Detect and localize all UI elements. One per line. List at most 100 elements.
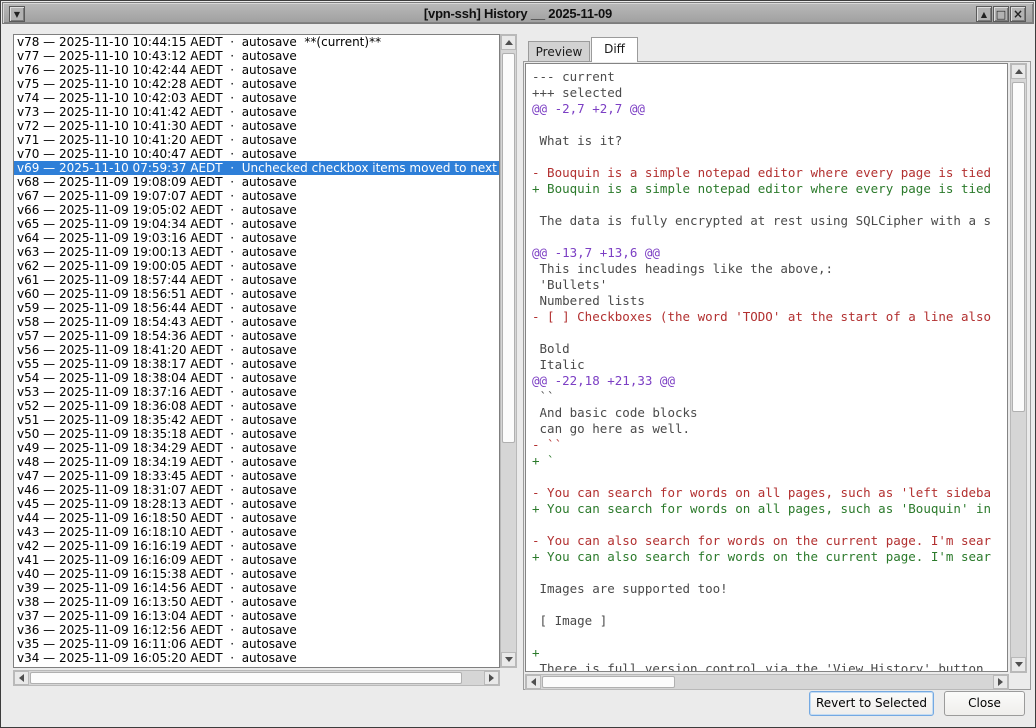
- version-list-item[interactable]: v69 — 2025-11-10 07:59:37 AEDT · Uncheck…: [14, 161, 499, 175]
- diff-line: [532, 469, 1007, 485]
- version-list-item[interactable]: v51 — 2025-11-09 18:35:42 AEDT · autosav…: [14, 413, 499, 427]
- titlebar[interactable]: ▼ [vpn-ssh] History __ 2025-11-09 ▲ □ ×: [2, 2, 1034, 24]
- diff-line: [532, 325, 1007, 341]
- version-list-hscrollbar[interactable]: [13, 670, 500, 686]
- version-list-item[interactable]: v48 — 2025-11-09 18:34:19 AEDT · autosav…: [14, 455, 499, 469]
- version-list-item[interactable]: v37 — 2025-11-09 16:13:04 AEDT · autosav…: [14, 609, 499, 623]
- scroll-up-button[interactable]: [1011, 64, 1026, 79]
- version-listbox[interactable]: v78 — 2025-11-10 10:44:15 AEDT · autosav…: [13, 34, 500, 668]
- diff-line: [532, 229, 1007, 245]
- version-list-item[interactable]: v59 — 2025-11-09 18:56:44 AEDT · autosav…: [14, 301, 499, 315]
- version-list-item[interactable]: v56 — 2025-11-09 18:41:20 AEDT · autosav…: [14, 343, 499, 357]
- version-list-item[interactable]: v61 — 2025-11-09 18:57:44 AEDT · autosav…: [14, 273, 499, 287]
- scroll-up-icon: [505, 40, 513, 45]
- version-list-item[interactable]: v42 — 2025-11-09 16:16:19 AEDT · autosav…: [14, 539, 499, 553]
- diff-line: Images are supported too!: [532, 581, 1007, 597]
- version-list-item[interactable]: v70 — 2025-11-10 10:40:47 AEDT · autosav…: [14, 147, 499, 161]
- version-list-item[interactable]: v35 — 2025-11-09 16:11:06 AEDT · autosav…: [14, 637, 499, 651]
- close-button[interactable]: Close: [944, 691, 1025, 716]
- hscroll-thumb[interactable]: [30, 672, 462, 684]
- version-list-item[interactable]: v71 — 2025-11-10 10:41:20 AEDT · autosav…: [14, 133, 499, 147]
- version-list-item[interactable]: v75 — 2025-11-10 10:42:28 AEDT · autosav…: [14, 77, 499, 91]
- scroll-down-button[interactable]: [501, 652, 516, 667]
- version-list-item[interactable]: v55 — 2025-11-09 18:38:17 AEDT · autosav…: [14, 357, 499, 371]
- scroll-left-button[interactable]: [14, 671, 29, 685]
- version-list-item[interactable]: v44 — 2025-11-09 16:18:50 AEDT · autosav…: [14, 511, 499, 525]
- version-list-item[interactable]: v76 — 2025-11-10 10:42:44 AEDT · autosav…: [14, 63, 499, 77]
- diff-line: @@ -2,7 +2,7 @@: [532, 101, 1007, 117]
- diff-line: +++ selected: [532, 85, 1007, 101]
- version-list-item[interactable]: v63 — 2025-11-09 19:00:13 AEDT · autosav…: [14, 245, 499, 259]
- scroll-up-button[interactable]: [501, 35, 516, 50]
- version-list-item[interactable]: v67 — 2025-11-09 19:07:07 AEDT · autosav…: [14, 189, 499, 203]
- version-list-item[interactable]: v62 — 2025-11-09 19:00:05 AEDT · autosav…: [14, 259, 499, 273]
- scroll-right-button[interactable]: [484, 671, 499, 685]
- vscroll-thumb[interactable]: [502, 53, 515, 443]
- scroll-down-icon: [1015, 662, 1023, 667]
- diff-line: - Bouquin is a simple notepad editor whe…: [532, 165, 1007, 181]
- vscroll-thumb[interactable]: [1012, 82, 1025, 412]
- version-list-item[interactable]: v74 — 2025-11-10 10:42:03 AEDT · autosav…: [14, 91, 499, 105]
- version-list-item[interactable]: v60 — 2025-11-09 18:56:51 AEDT · autosav…: [14, 287, 499, 301]
- version-list-item[interactable]: v58 — 2025-11-09 18:54:43 AEDT · autosav…: [14, 315, 499, 329]
- version-list-item[interactable]: v78 — 2025-11-10 10:44:15 AEDT · autosav…: [14, 35, 499, 49]
- version-list-item[interactable]: v47 — 2025-11-09 18:33:45 AEDT · autosav…: [14, 469, 499, 483]
- diff-hscrollbar[interactable]: [525, 674, 1009, 690]
- version-list-item[interactable]: v68 — 2025-11-09 19:08:09 AEDT · autosav…: [14, 175, 499, 189]
- version-list-item[interactable]: v40 — 2025-11-09 16:15:38 AEDT · autosav…: [14, 567, 499, 581]
- version-list-item[interactable]: v38 — 2025-11-09 16:13:50 AEDT · autosav…: [14, 595, 499, 609]
- diff-line: [532, 565, 1007, 581]
- scroll-down-button[interactable]: [1011, 657, 1026, 672]
- version-list-item[interactable]: v65 — 2025-11-09 19:04:34 AEDT · autosav…: [14, 217, 499, 231]
- diff-line: - You can also search for words on the c…: [532, 533, 1007, 549]
- scroll-right-icon: [489, 674, 494, 682]
- diff-line: - You can search for words on all pages,…: [532, 485, 1007, 501]
- version-list-item[interactable]: v64 — 2025-11-09 19:03:16 AEDT · autosav…: [14, 231, 499, 245]
- diff-line: [532, 197, 1007, 213]
- close-window-button[interactable]: ×: [1010, 6, 1026, 22]
- shade-button[interactable]: ▲: [976, 6, 992, 22]
- version-list-item[interactable]: v77 — 2025-11-10 10:43:12 AEDT · autosav…: [14, 49, 499, 63]
- version-list-item[interactable]: v72 — 2025-11-10 10:41:30 AEDT · autosav…: [14, 119, 499, 133]
- diff-vscrollbar[interactable]: [1010, 63, 1027, 673]
- version-list-item[interactable]: v34 — 2025-11-09 16:05:20 AEDT · autosav…: [14, 651, 499, 665]
- diff-line: +: [532, 645, 1007, 661]
- diff-line: The data is fully encrypted at rest usin…: [532, 213, 1007, 229]
- tab-diff[interactable]: Diff: [591, 37, 638, 62]
- diff-line: [532, 117, 1007, 133]
- scroll-left-button[interactable]: [526, 675, 541, 689]
- version-list-item[interactable]: v46 — 2025-11-09 18:31:07 AEDT · autosav…: [14, 483, 499, 497]
- maximize-button[interactable]: □: [993, 6, 1009, 22]
- version-list-item[interactable]: v66 — 2025-11-09 19:05:02 AEDT · autosav…: [14, 203, 499, 217]
- version-list-item[interactable]: v41 — 2025-11-09 16:16:09 AEDT · autosav…: [14, 553, 499, 567]
- diff-line: There is full version control via the 'V…: [532, 661, 1007, 672]
- diff-line: @@ -13,7 +13,6 @@: [532, 245, 1007, 261]
- version-list-item[interactable]: v73 — 2025-11-10 10:41:42 AEDT · autosav…: [14, 105, 499, 119]
- version-list-item[interactable]: v49 — 2025-11-09 18:34:29 AEDT · autosav…: [14, 441, 499, 455]
- maximize-icon: □: [996, 8, 1006, 21]
- version-list-item[interactable]: v52 — 2025-11-09 18:36:08 AEDT · autosav…: [14, 399, 499, 413]
- revert-to-selected-button[interactable]: Revert to Selected: [809, 691, 934, 716]
- close-icon: ×: [1013, 7, 1023, 21]
- diff-line: can go here as well.: [532, 421, 1007, 437]
- version-list-item[interactable]: v54 — 2025-11-09 18:38:04 AEDT · autosav…: [14, 371, 499, 385]
- version-list-item[interactable]: v36 — 2025-11-09 16:12:56 AEDT · autosav…: [14, 623, 499, 637]
- diff-text[interactable]: --- current+++ selected@@ -2,7 +2,7 @@ W…: [525, 63, 1008, 672]
- diff-line: Bold: [532, 341, 1007, 357]
- version-list-item[interactable]: v53 — 2025-11-09 18:37:16 AEDT · autosav…: [14, 385, 499, 399]
- diff-line: What is it?: [532, 133, 1007, 149]
- version-list-item[interactable]: v43 — 2025-11-09 16:18:10 AEDT · autosav…: [14, 525, 499, 539]
- hscroll-thumb[interactable]: [542, 676, 675, 688]
- version-list-vscrollbar[interactable]: [500, 34, 517, 668]
- scroll-up-icon: [1015, 69, 1023, 74]
- version-list-item[interactable]: v45 — 2025-11-09 18:28:13 AEDT · autosav…: [14, 497, 499, 511]
- diff-line: --- current: [532, 69, 1007, 85]
- version-list-item[interactable]: v50 — 2025-11-09 18:35:18 AEDT · autosav…: [14, 427, 499, 441]
- version-list-item[interactable]: v33 — 2025-11-09 16:05:01 AEDT · autosav…: [14, 665, 499, 668]
- window-title: [vpn-ssh] History __ 2025-11-09: [3, 6, 1033, 21]
- tab-preview[interactable]: Preview: [528, 41, 590, 62]
- diff-line: @@ -22,18 +21,33 @@: [532, 373, 1007, 389]
- version-list-item[interactable]: v57 — 2025-11-09 18:54:36 AEDT · autosav…: [14, 329, 499, 343]
- version-list-item[interactable]: v39 — 2025-11-09 16:14:56 AEDT · autosav…: [14, 581, 499, 595]
- scroll-right-button[interactable]: [993, 675, 1008, 689]
